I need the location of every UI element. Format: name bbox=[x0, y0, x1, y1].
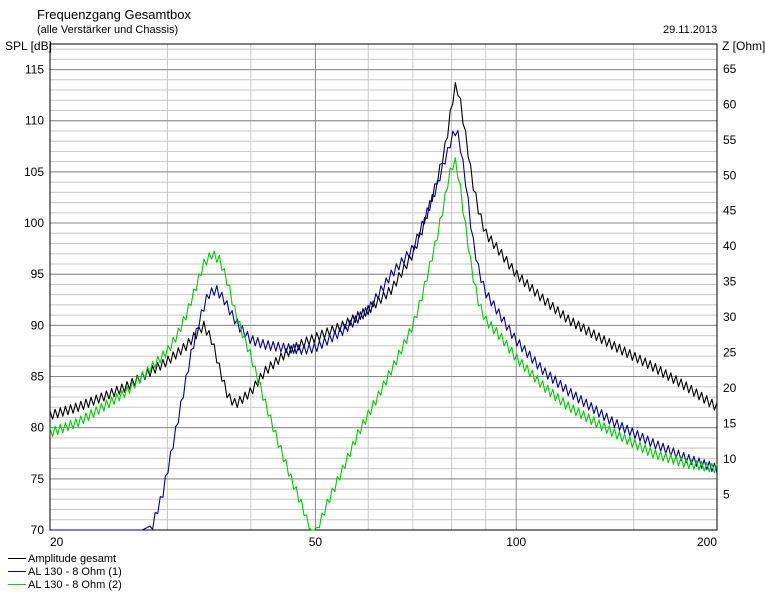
legend-item: AL 130 - 8 Ohm (2) bbox=[8, 578, 122, 591]
y2-tick-label: 50 bbox=[723, 168, 737, 182]
legend-swatch bbox=[8, 584, 26, 585]
y2-tick-label: 15 bbox=[723, 417, 737, 431]
y-axis-ticks: 70 75 80 85 90 95 100 105 110 115 bbox=[24, 63, 44, 537]
x-tick-label: 20 bbox=[50, 535, 64, 549]
y2-tick-label: 30 bbox=[723, 310, 737, 324]
chart-figure: Frequenzgang Gesamtbox (alle Verstärker … bbox=[0, 0, 765, 599]
legend-swatch bbox=[8, 571, 26, 572]
chart-canvas: SPL [dB] Z [Ohm] 70758085909510010511011… bbox=[5, 39, 765, 549]
grid-major bbox=[49, 44, 718, 531]
y2-tick-label: 5 bbox=[723, 488, 730, 502]
y2-tick-label: 55 bbox=[723, 133, 737, 147]
y-tick-label: 75 bbox=[31, 472, 45, 486]
y-tick-label: 110 bbox=[25, 114, 44, 128]
legend-label: AL 130 - 8 Ohm (2) bbox=[28, 578, 122, 591]
series-line-3 bbox=[49, 157, 718, 531]
grid-minor bbox=[50, 44, 717, 531]
x-axis-ticks: 20 50 100 200 bbox=[50, 535, 717, 549]
y2-tick-label: 45 bbox=[723, 204, 737, 218]
y-tick-label: 95 bbox=[31, 267, 45, 281]
legend-label: AL 130 - 8 Ohm (1) bbox=[28, 565, 122, 578]
y2-tick-label: 10 bbox=[723, 452, 737, 466]
y-tick-label: 100 bbox=[24, 216, 44, 230]
legend: Amplitude gesamt AL 130 - 8 Ohm (1) AL 1… bbox=[8, 552, 122, 591]
y-tick-label: 85 bbox=[31, 370, 45, 384]
x-tick-label: 50 bbox=[309, 535, 323, 549]
y2-tick-label: 20 bbox=[723, 381, 737, 395]
y2-tick-label: 35 bbox=[723, 275, 737, 289]
series-layer bbox=[49, 82, 718, 531]
y-tick-label: 70 bbox=[31, 523, 45, 537]
y-tick-label: 80 bbox=[31, 421, 45, 435]
y2-tick-label: 40 bbox=[723, 239, 737, 253]
series-line-2 bbox=[50, 129, 718, 531]
y2-axis-ticks: 5 10 15 20 25 30 35 40 45 50 55 60 65 bbox=[723, 62, 737, 502]
y-tick-label: 115 bbox=[25, 63, 44, 77]
plot-frame bbox=[49, 43, 718, 531]
legend-swatch bbox=[8, 558, 26, 559]
legend-item: AL 130 - 8 Ohm (1) bbox=[8, 565, 122, 578]
y2-tick-label: 65 bbox=[723, 62, 737, 76]
y-tick-label: 90 bbox=[31, 318, 45, 332]
legend-item: Amplitude gesamt bbox=[8, 552, 122, 565]
y-axis-label: SPL [dB] bbox=[5, 39, 52, 53]
y-tick-label: 105 bbox=[24, 165, 44, 179]
legend-label: Amplitude gesamt bbox=[28, 552, 117, 565]
x-tick-label: 200 bbox=[697, 535, 717, 549]
y2-tick-label: 60 bbox=[723, 97, 737, 111]
y2-tick-label: 25 bbox=[723, 346, 737, 360]
series-line-1 bbox=[49, 82, 718, 420]
x-tick-label: 100 bbox=[506, 535, 526, 549]
y2-axis-label: Z [Ohm] bbox=[722, 39, 765, 53]
